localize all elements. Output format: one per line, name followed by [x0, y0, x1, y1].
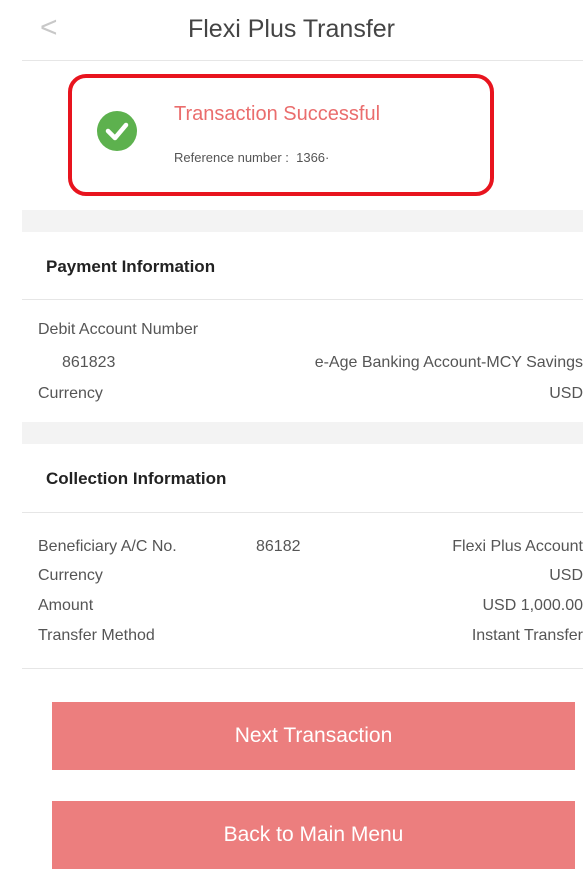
section-divider: [22, 512, 583, 513]
transfer-method-value: Instant Transfer: [471, 627, 583, 644]
debit-account-label: Debit Account Number: [38, 321, 199, 338]
beneficiary-account-type: Flexi Plus Account: [452, 538, 583, 555]
transfer-method-label: Transfer Method: [38, 627, 155, 644]
collection-currency-label: Currency: [38, 567, 103, 584]
back-to-main-menu-button[interactable]: Back to Main Menu: [52, 801, 575, 869]
collection-currency-value: USD: [549, 567, 583, 584]
payment-currency-label: Currency: [38, 385, 103, 402]
section-spacer: [22, 422, 583, 444]
highlight-annotation: [68, 74, 494, 196]
debit-account-type: e-Age Banking Account-MCY Savings: [314, 354, 583, 371]
collection-section-title: Collection Information: [46, 469, 227, 488]
beneficiary-number: 86182: [256, 538, 301, 555]
amount-value: USD 1,000.00: [482, 597, 583, 614]
next-transaction-button[interactable]: Next Transaction: [52, 702, 575, 770]
payment-currency-value: USD: [549, 385, 583, 402]
section-divider: [22, 299, 583, 300]
debit-account-number: 861823: [62, 354, 116, 371]
beneficiary-label: Beneficiary A/C No.: [38, 538, 177, 555]
payment-section-title: Payment Information: [46, 257, 216, 276]
section-divider: [22, 668, 583, 669]
section-spacer: [22, 210, 583, 232]
header-divider: [22, 60, 583, 61]
amount-label: Amount: [38, 597, 94, 614]
page-title: Flexi Plus Transfer: [187, 15, 395, 43]
